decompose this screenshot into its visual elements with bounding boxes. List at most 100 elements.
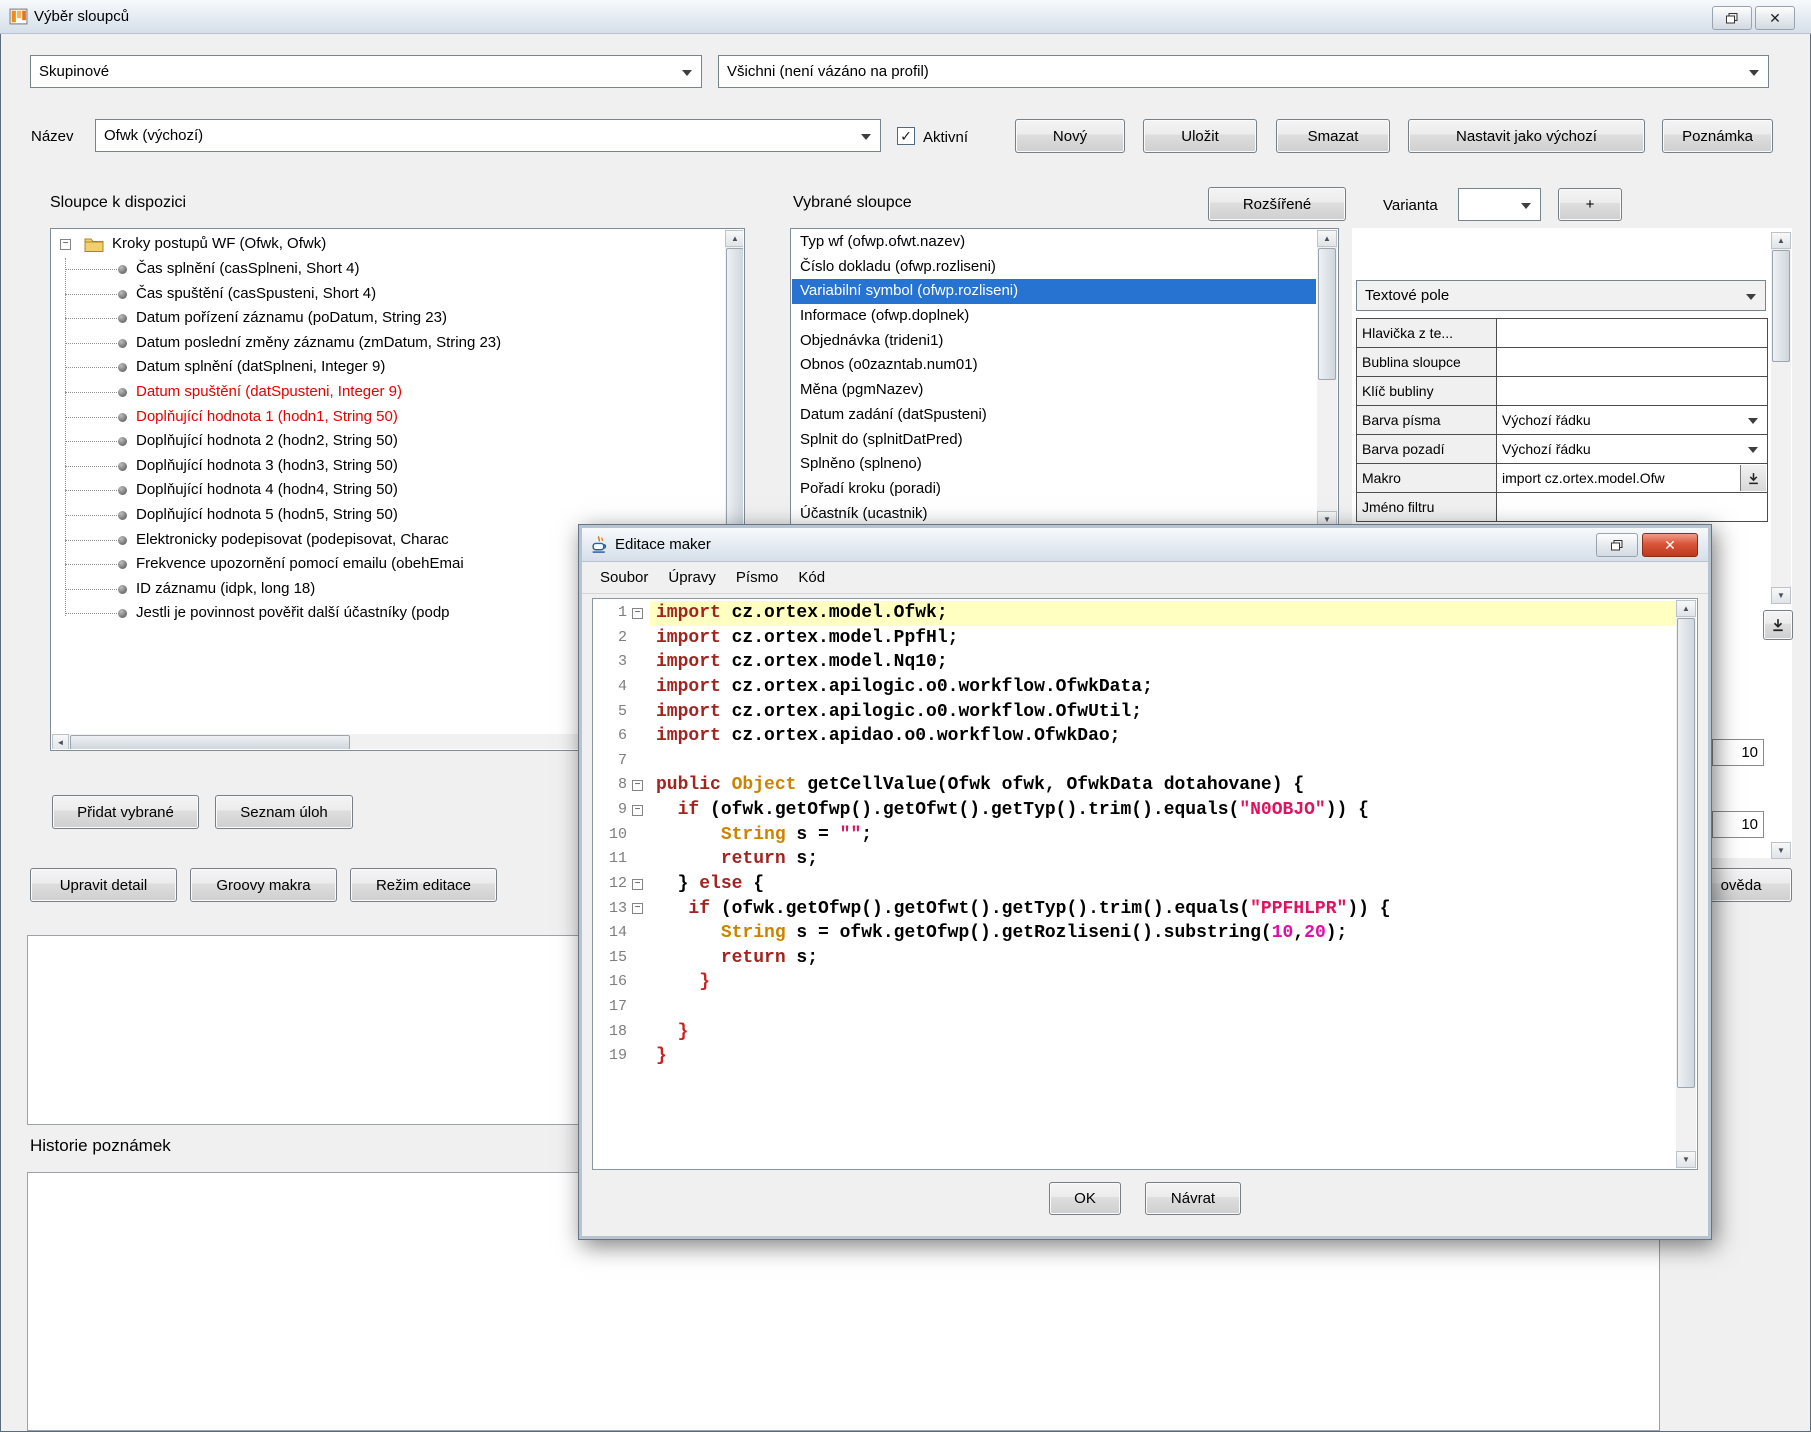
property-value[interactable]: Výchozí řádku bbox=[1496, 434, 1768, 464]
scroll-up-icon[interactable]: ▲ bbox=[1676, 600, 1696, 617]
code-line[interactable]: 14 String s = ofwk.getOfwp().getRozlisen… bbox=[594, 921, 1676, 946]
code-line[interactable]: 8−public Object getCellValue(Ofwk ofwk, … bbox=[594, 773, 1676, 798]
close-button[interactable]: ✕ bbox=[1755, 6, 1795, 30]
scrollbar-thumb[interactable] bbox=[1318, 248, 1336, 380]
list-item[interactable]: Měna (pgmNazev) bbox=[792, 378, 1316, 403]
editor-close-button[interactable]: ✕ bbox=[1642, 533, 1698, 557]
menu-item-2[interactable]: Písmo bbox=[726, 562, 789, 593]
aktivni-checkbox[interactable]: ✓ bbox=[897, 127, 915, 145]
property-value[interactable]: import cz.ortex.model.Ofw bbox=[1496, 463, 1768, 493]
list-item[interactable]: Splněno (splneno) bbox=[792, 452, 1316, 477]
list-item[interactable]: Číslo dokladu (ofwp.rozliseni) bbox=[792, 255, 1316, 280]
code-line[interactable]: 5import cz.ortex.apilogic.o0.workflow.Of… bbox=[594, 700, 1676, 725]
scroll-up-icon[interactable]: ▲ bbox=[1317, 230, 1337, 247]
tree-item[interactable]: Doplňující hodnota 1 (hodn1, String 50) bbox=[52, 405, 721, 430]
menu-item-0[interactable]: Soubor bbox=[590, 562, 658, 593]
field-type-combo[interactable]: Textové pole bbox=[1356, 280, 1766, 311]
scrollbar-thumb[interactable] bbox=[70, 735, 350, 749]
list-item[interactable]: Obnos (o0zazntab.num01) bbox=[792, 353, 1316, 378]
smazat-button[interactable]: Smazat bbox=[1276, 119, 1390, 153]
scroll-up-icon[interactable]: ▲ bbox=[1771, 232, 1791, 249]
tree-item[interactable]: Datum spuštění (datSpusteni, Integer 9) bbox=[52, 380, 721, 405]
code-editor[interactable]: 1−import cz.ortex.model.Ofwk;2import cz.… bbox=[592, 598, 1698, 1170]
list-item[interactable]: Objednávka (trideni1) bbox=[792, 329, 1316, 354]
editor-vertical-scrollbar[interactable]: ▲ ▼ bbox=[1676, 600, 1696, 1168]
group-type-combo[interactable]: Skupinové bbox=[30, 55, 702, 88]
list-item[interactable]: Variabilní symbol (ofwp.rozliseni) bbox=[792, 279, 1316, 304]
property-value[interactable] bbox=[1496, 318, 1768, 348]
scroll-down-icon[interactable]: ▼ bbox=[1771, 587, 1791, 604]
code-line[interactable]: 16 } bbox=[594, 970, 1676, 995]
font-size-field[interactable]: 10 bbox=[1712, 811, 1764, 838]
property-value[interactable] bbox=[1496, 376, 1768, 406]
code-line[interactable]: 7 bbox=[594, 749, 1676, 774]
code-line[interactable]: 10 String s = ""; bbox=[594, 823, 1676, 848]
rozsirene-button[interactable]: Rozšířené bbox=[1208, 187, 1346, 221]
selected-columns-list[interactable]: Typ wf (ofwp.ofwt.nazev)Číslo dokladu (o… bbox=[790, 228, 1339, 528]
scrollbar-thumb[interactable] bbox=[1677, 618, 1695, 1088]
scrollbar-thumb[interactable] bbox=[726, 248, 743, 548]
insert-macro-button[interactable] bbox=[1763, 610, 1793, 640]
scroll-down-icon[interactable]: ▼ bbox=[1676, 1151, 1696, 1168]
list-item[interactable]: Účastník (ucastnik) bbox=[792, 502, 1316, 526]
list-item[interactable]: Typ wf (ofwp.ofwt.nazev) bbox=[792, 230, 1316, 255]
fold-marker-icon[interactable]: − bbox=[632, 608, 643, 619]
property-value[interactable] bbox=[1496, 492, 1768, 522]
main-titlebar[interactable]: Výběr sloupců ✕ bbox=[0, 0, 1811, 34]
property-value[interactable] bbox=[1496, 347, 1768, 377]
fold-marker-icon[interactable]: − bbox=[632, 805, 643, 816]
restore-button[interactable] bbox=[1712, 6, 1752, 30]
code-line[interactable]: 13− if (ofwk.getOfwp().getOfwt().getTyp(… bbox=[594, 897, 1676, 922]
code-line[interactable]: 15 return s; bbox=[594, 946, 1676, 971]
code-line[interactable]: 9− if (ofwk.getOfwp().getOfwt().getTyp()… bbox=[594, 798, 1676, 823]
tree-item[interactable]: Doplňující hodnota 3 (hodn3, String 50) bbox=[52, 454, 721, 479]
code-line[interactable]: 6import cz.ortex.apidao.o0.workflow.Ofwk… bbox=[594, 724, 1676, 749]
tree-item[interactable]: Datum splnění (datSplneni, Integer 9) bbox=[52, 355, 721, 380]
scroll-left-icon[interactable]: ◄ bbox=[52, 734, 69, 749]
tree-item[interactable]: Datum poslední změny záznamu (zmDatum, S… bbox=[52, 331, 721, 356]
tree-item[interactable]: Doplňující hodnota 4 (hodn4, String 50) bbox=[52, 478, 721, 503]
code-line[interactable]: 2import cz.ortex.model.PpfHl; bbox=[594, 626, 1676, 651]
profile-combo[interactable]: Všichni (není vázáno na profil) bbox=[718, 55, 1769, 88]
code-line[interactable]: 12− } else { bbox=[594, 872, 1676, 897]
tree-item[interactable]: Doplňující hodnota 2 (hodn2, String 50) bbox=[52, 429, 721, 454]
code-line[interactable]: 17 bbox=[594, 995, 1676, 1020]
list-item[interactable]: Informace (ofwp.doplnek) bbox=[792, 304, 1316, 329]
tree-item[interactable]: Čas spuštění (casSpusteni, Short 4) bbox=[52, 282, 721, 307]
nastavit-jako-vychozi-button[interactable]: Nastavit jako výchozí bbox=[1408, 119, 1645, 153]
tree-item[interactable]: Datum pořízení záznamu (poDatum, String … bbox=[52, 306, 721, 331]
properties-vertical-scrollbar[interactable]: ▲ ▼ bbox=[1771, 232, 1791, 604]
poznamka-button[interactable]: Poznámka bbox=[1662, 119, 1773, 153]
navrat-button[interactable]: Návrat bbox=[1145, 1182, 1241, 1215]
rezim-editace-button[interactable]: Režim editace bbox=[350, 868, 497, 902]
scrollbar-thumb[interactable] bbox=[1772, 250, 1790, 362]
menu-item-1[interactable]: Úpravy bbox=[658, 562, 726, 593]
fold-marker-icon[interactable]: − bbox=[632, 780, 643, 791]
font-size-field[interactable]: 10 bbox=[1712, 739, 1764, 766]
macro-editor-button[interactable] bbox=[1740, 465, 1766, 491]
nazev-combo[interactable]: Ofwk (výchozí) bbox=[95, 119, 881, 152]
property-value[interactable]: Výchozí řádku bbox=[1496, 405, 1768, 435]
ok-button[interactable]: OK bbox=[1049, 1182, 1121, 1215]
ulozit-button[interactable]: Uložit bbox=[1143, 119, 1257, 153]
groovy-makra-button[interactable]: Groovy makra bbox=[190, 868, 337, 902]
code-line[interactable]: 11 return s; bbox=[594, 847, 1676, 872]
tree-item[interactable]: Čas splnění (casSplneni, Short 4) bbox=[52, 257, 721, 282]
novy-button[interactable]: Nový bbox=[1015, 119, 1125, 153]
code-line[interactable]: 3import cz.ortex.model.Nq10; bbox=[594, 650, 1676, 675]
list-item[interactable]: Pořadí kroku (poradi) bbox=[792, 477, 1316, 502]
code-line[interactable]: 19} bbox=[594, 1044, 1676, 1069]
list-vertical-scrollbar[interactable]: ▲ ▼ bbox=[1317, 230, 1337, 528]
editor-titlebar[interactable]: Editace maker ✕ bbox=[582, 528, 1708, 562]
editor-restore-button[interactable] bbox=[1596, 533, 1638, 557]
tree-expander-icon[interactable]: − bbox=[60, 239, 71, 250]
fold-marker-icon[interactable]: − bbox=[632, 879, 643, 890]
code-line[interactable]: 1−import cz.ortex.model.Ofwk; bbox=[594, 601, 1676, 626]
tree-root[interactable]: − Kroky postupů WF (Ofwk, Ofwk) bbox=[52, 232, 721, 257]
seznam-uloh-button[interactable]: Seznam úloh bbox=[215, 795, 353, 829]
menu-item-3[interactable]: Kód bbox=[788, 562, 835, 593]
list-item[interactable]: Splnit do (splnitDatPred) bbox=[792, 428, 1316, 453]
varianta-combo[interactable] bbox=[1458, 188, 1541, 221]
scroll-segment[interactable]: ▼ bbox=[1771, 842, 1791, 859]
scroll-down-icon[interactable]: ▼ bbox=[1771, 842, 1791, 859]
